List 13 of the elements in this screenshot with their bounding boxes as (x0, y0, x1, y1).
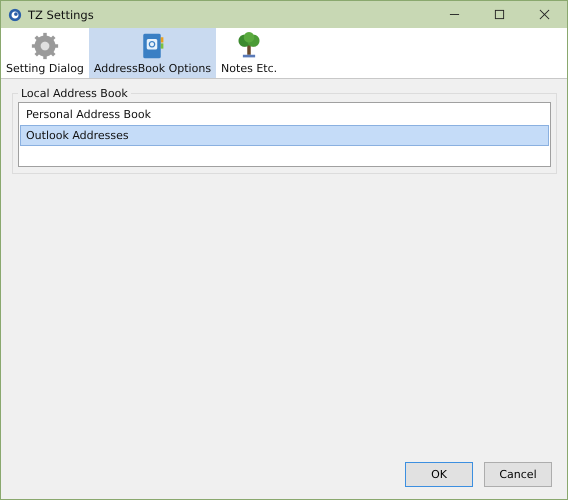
dialog-button[interactable]: OK (405, 462, 473, 487)
window-title: TZ Settings (28, 8, 94, 22)
toolbar-tab[interactable]: Notes Etc. (216, 28, 282, 78)
close-icon[interactable] (539, 9, 550, 20)
list-item[interactable]: Personal Address Book (20, 104, 549, 125)
app-icon (8, 8, 22, 22)
toolbar-tab[interactable]: Setting Dialog (1, 28, 89, 78)
gear-icon (30, 32, 59, 60)
group-title: Local Address Book (20, 87, 129, 100)
list-item[interactable]: Outlook Addresses (20, 125, 549, 146)
dialog-button[interactable]: Cancel (484, 462, 552, 487)
toolbar-tab[interactable]: AddressBook Options (88, 28, 216, 78)
maximize-icon[interactable] (494, 9, 505, 20)
